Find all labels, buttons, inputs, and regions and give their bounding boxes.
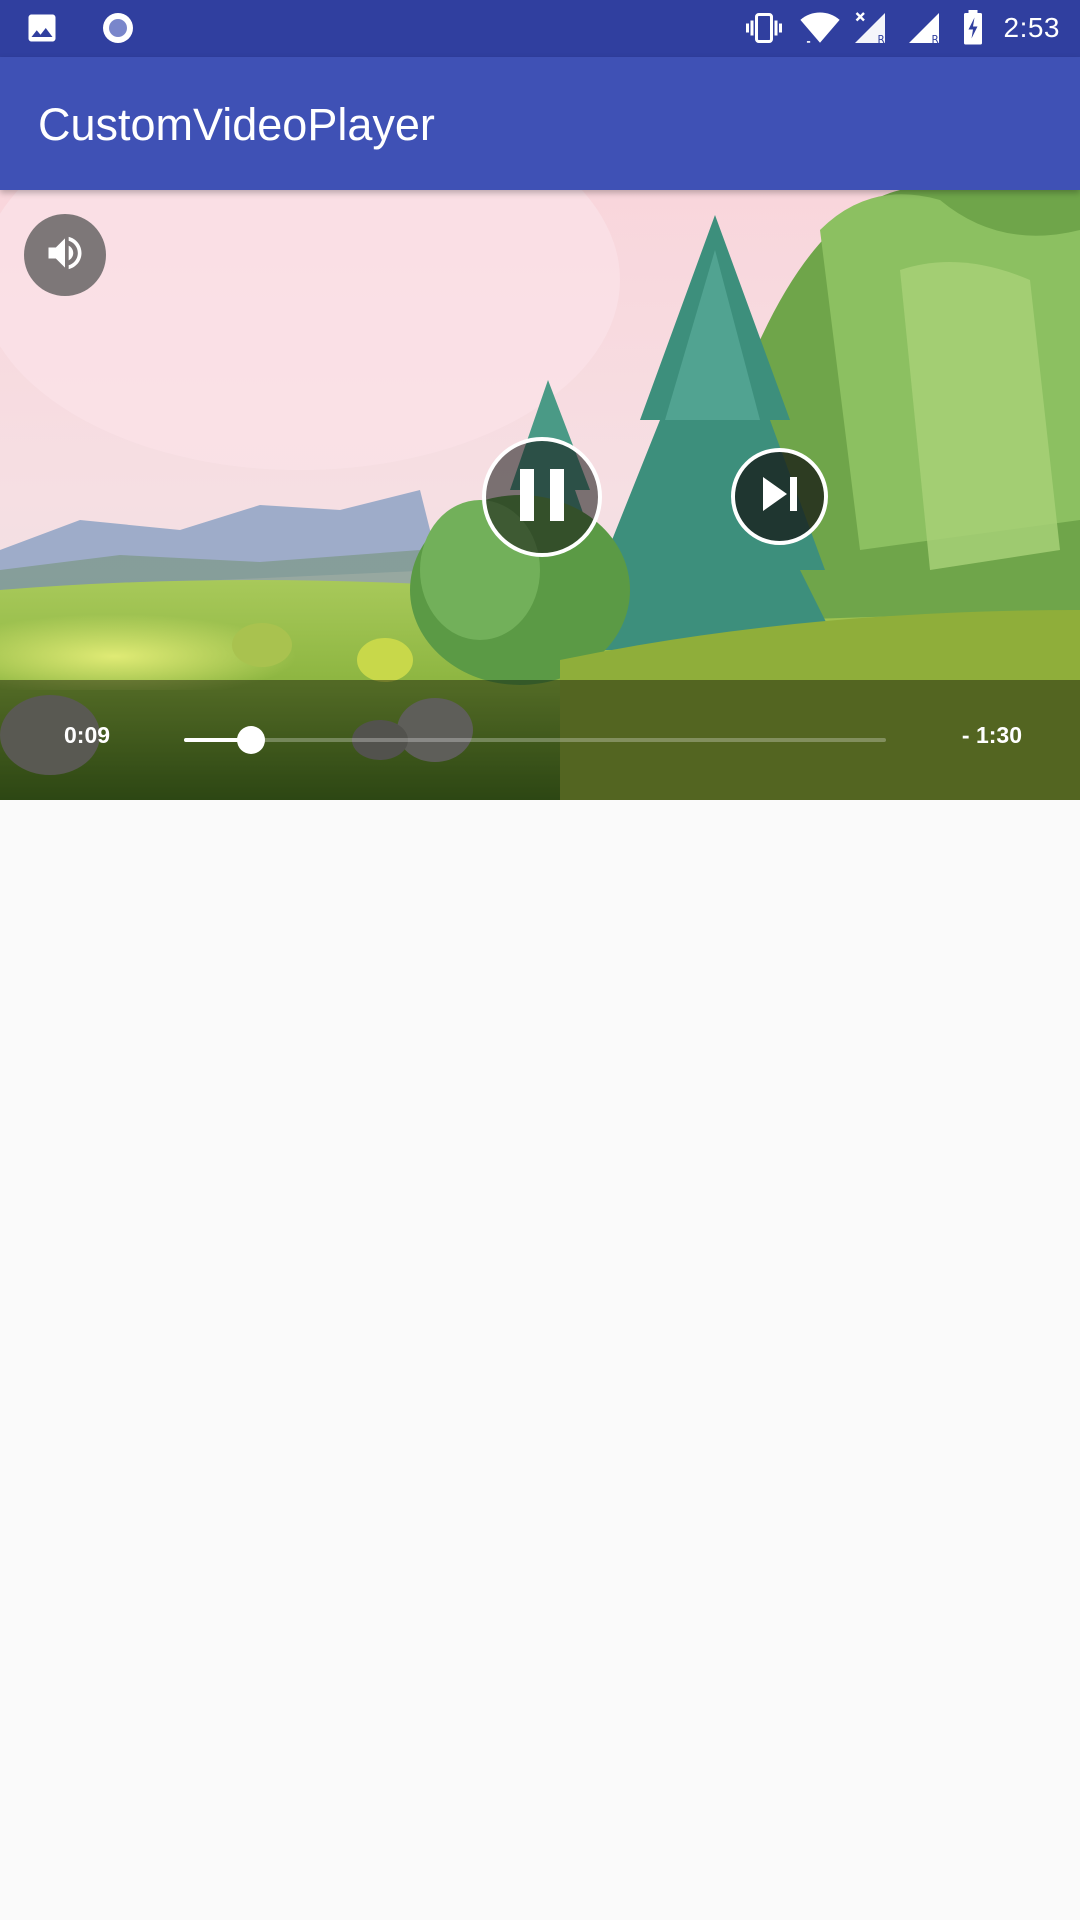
- pause-button[interactable]: [482, 437, 602, 557]
- playback-controls-bar: 0:09 - 1:30: [0, 680, 1080, 800]
- status-left-icons: [24, 10, 136, 46]
- svg-text:R: R: [877, 34, 884, 46]
- recording-icon: [100, 10, 136, 46]
- volume-icon: [43, 231, 87, 280]
- status-right-icons: R R 2:53: [744, 8, 1061, 48]
- status-bar: R R 2:53: [0, 0, 1080, 57]
- vibrate-icon: [744, 10, 782, 46]
- image-icon: [24, 10, 60, 46]
- signal-roaming-icon: R: [906, 10, 942, 46]
- svg-text:R: R: [931, 34, 938, 46]
- app-title: CustomVideoPlayer: [38, 99, 435, 150]
- skip-next-button[interactable]: [731, 448, 828, 545]
- pause-icon: [516, 467, 568, 528]
- app-bar: CustomVideoPlayer: [0, 57, 1080, 190]
- volume-button[interactable]: [24, 214, 106, 296]
- content-area: [0, 800, 1080, 1920]
- signal-roaming-icon: R: [852, 10, 888, 46]
- battery-charging-icon: [960, 10, 986, 46]
- skip-next-icon: [759, 473, 801, 520]
- seek-thumb[interactable]: [236, 726, 265, 754]
- status-time: 2:53: [1003, 12, 1060, 43]
- video-player[interactable]: 0:09 - 1:30: [0, 190, 1080, 800]
- wifi-icon: [798, 10, 840, 46]
- seek-bar[interactable]: [184, 726, 886, 754]
- remaining-time: - 1:30: [961, 722, 1022, 748]
- current-time: 0:09: [64, 722, 111, 748]
